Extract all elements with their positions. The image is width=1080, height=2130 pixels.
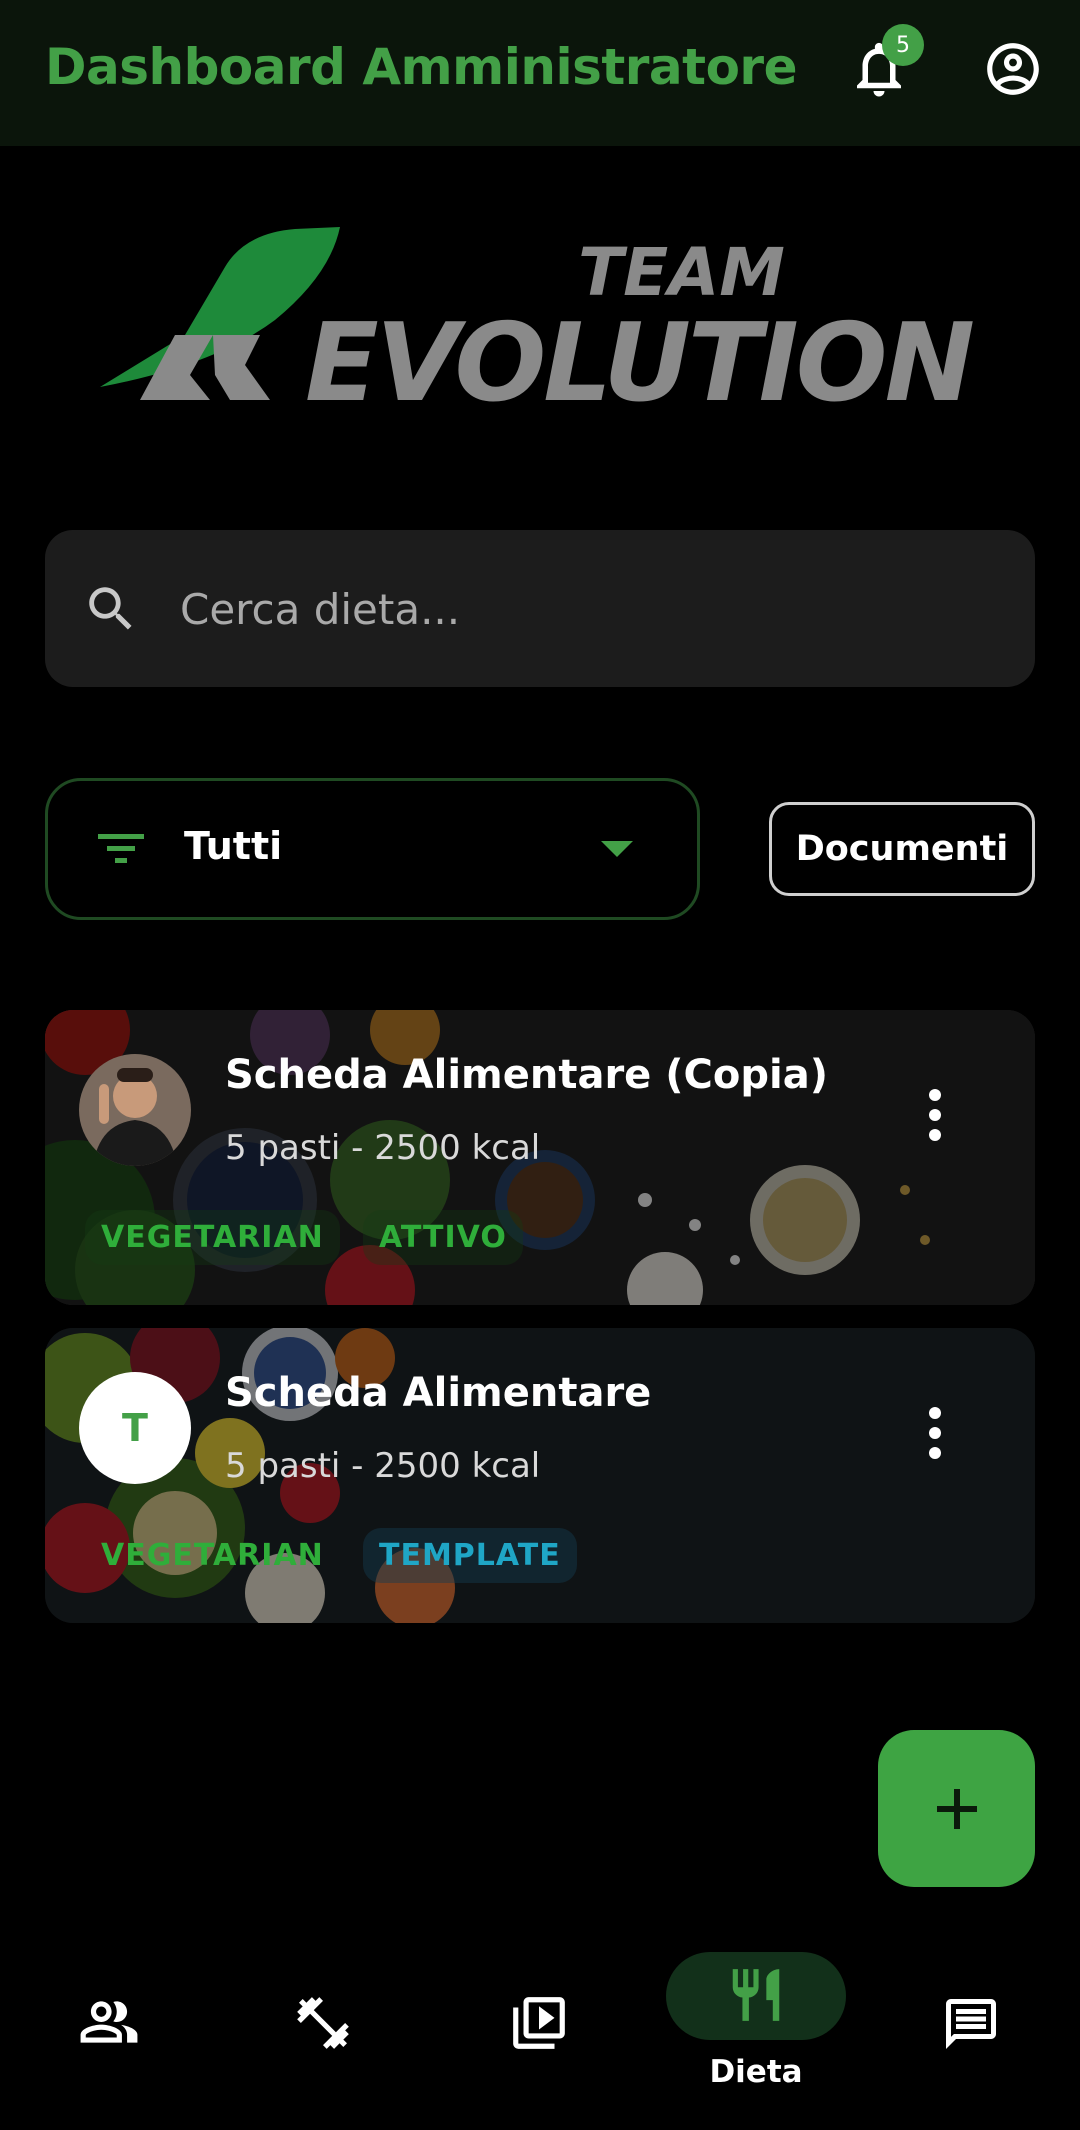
diet-card[interactable]: Scheda Alimentare (Copia) 5 pasti - 2500… [45,1010,1035,1305]
more-options-icon[interactable] [920,1085,950,1145]
filter-selected-value: Tutti [184,824,283,868]
logo-brand-text: EVOLUTION [305,301,975,415]
account-circle-icon[interactable] [982,38,1044,100]
notification-count-badge: 5 [882,24,924,66]
filter-list-icon [98,834,144,863]
diet-template-tag: TEMPLATE [363,1528,577,1583]
dumbbell-icon[interactable] [292,1992,354,2054]
plus-icon [936,1788,977,1829]
nav-label-dieta: Dieta [709,2054,803,2090]
avatar [79,1054,191,1166]
diet-title: Scheda Alimentare (Copia) [225,1052,828,1098]
people-icon[interactable] [78,1996,140,2048]
diet-subtitle: 5 pasti - 2500 kcal [225,1446,541,1486]
avatar: T [79,1372,191,1484]
team-revolution-logo: TEAM EVOLUTION [100,227,975,415]
diet-subtitle: 5 pasti - 2500 kcal [225,1128,541,1168]
search-icon [89,587,132,630]
video-library-icon[interactable] [508,1992,570,2054]
search-input[interactable] [180,560,1000,658]
more-options-icon[interactable] [920,1403,950,1463]
diet-tag: VEGETARIAN [101,1538,324,1573]
add-diet-button[interactable] [878,1730,1035,1887]
restaurant-icon[interactable] [725,1964,787,2026]
diet-status-tag: ATTIVO [363,1210,523,1265]
chat-icon[interactable] [941,1994,1001,2054]
diet-tag: VEGETARIAN [85,1210,340,1265]
dropdown-arrow-icon [601,841,633,857]
logo-team-text: TEAM [578,234,785,311]
diet-title: Scheda Alimentare [225,1370,652,1416]
diet-card[interactable]: T Scheda Alimentare 5 pasti - 2500 kcal … [45,1328,1035,1623]
app-bar: Dashboard Amministratore [0,0,1080,146]
documents-button[interactable]: Documenti [769,802,1035,896]
page-title: Dashboard Amministratore [45,38,798,96]
